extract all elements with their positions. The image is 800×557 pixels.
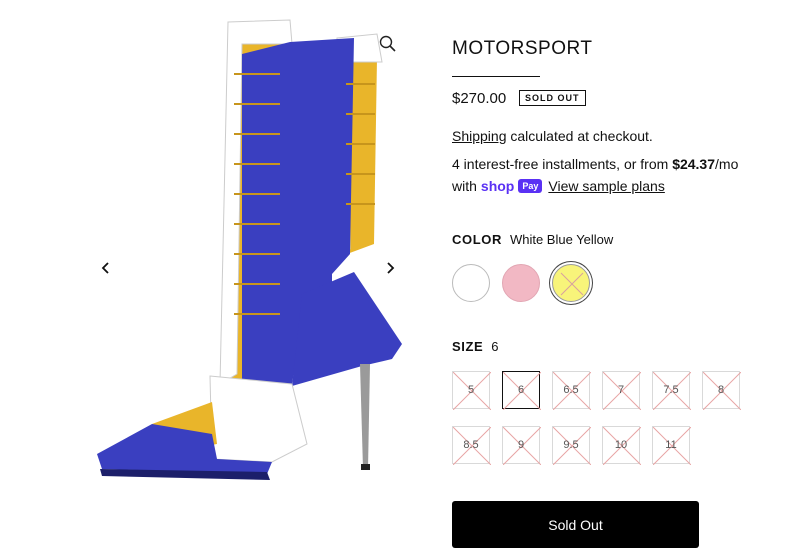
size-option[interactable]: 8 [702, 371, 741, 410]
size-option[interactable]: 5 [452, 371, 491, 410]
product-price: $270.00 [452, 90, 507, 107]
product-title: MOTORSPORT [452, 38, 593, 59]
chevron-left-icon[interactable] [96, 258, 116, 278]
color-swatch-pink[interactable] [502, 264, 540, 302]
size-option-label: 8 [717, 384, 725, 396]
size-option-label: 6 [517, 384, 525, 396]
installment-amount: $24.37 [672, 156, 716, 172]
size-grid: 5 6 6.5 7 7.5 8 8.5 9 9.5 10 11 [452, 371, 752, 471]
shipping-text: calculated at checkout. [506, 128, 653, 144]
color-swatch-yellow[interactable] [552, 264, 590, 302]
color-swatch-white[interactable] [452, 264, 490, 302]
zoom-icon[interactable] [378, 34, 398, 54]
size-label: SIZE [452, 339, 484, 354]
installments-with: with [452, 178, 477, 194]
title-divider [452, 76, 540, 77]
chevron-right-icon[interactable] [380, 258, 400, 278]
installments-line: 4 interest-free installments, or from $2… [452, 156, 738, 172]
shipping-link[interactable]: Shipping [452, 128, 507, 144]
sold-out-button[interactable]: Sold Out [452, 501, 699, 548]
shop-pay-line: with shop Pay View sample plans [452, 178, 665, 194]
size-option[interactable]: 7.5 [652, 371, 691, 410]
product-image[interactable] [92, 14, 412, 484]
size-option-label: SIZE 6 [452, 339, 499, 354]
size-option-selected[interactable]: 6 [502, 371, 541, 410]
installments-prefix: 4 interest-free installments, or from [452, 156, 673, 172]
size-option[interactable]: 9 [502, 426, 541, 465]
size-option-label: 6.5 [563, 384, 579, 396]
color-label: COLOR [452, 232, 502, 247]
shop-pay-badge: Pay [518, 179, 543, 193]
size-option-label: 9.5 [563, 439, 579, 451]
shop-pay-logo: shop [480, 178, 515, 194]
selected-size: 6 [491, 339, 499, 354]
size-option[interactable]: 9.5 [552, 426, 591, 465]
product-gallery [0, 0, 420, 557]
size-option-label: 8.5 [463, 439, 479, 451]
size-option-label: 11 [665, 439, 677, 451]
color-option-label: COLOR White Blue Yellow [452, 232, 613, 247]
size-option[interactable]: 11 [652, 426, 691, 465]
size-option[interactable]: 7 [602, 371, 641, 410]
view-sample-plans-link[interactable]: View sample plans [548, 178, 664, 194]
size-option-label: 7 [617, 384, 625, 396]
shipping-note: Shipping calculated at checkout. [452, 128, 653, 144]
size-option[interactable]: 8.5 [452, 426, 491, 465]
size-option[interactable]: 10 [602, 426, 641, 465]
installments-suffix: /mo [715, 156, 739, 172]
unavailable-cross-icon [560, 272, 584, 296]
size-option-label: 7.5 [663, 384, 679, 396]
sold-out-badge: SOLD OUT [519, 90, 586, 106]
size-option-label: 9 [517, 439, 525, 451]
size-option[interactable]: 6.5 [552, 371, 591, 410]
size-option-label: 5 [467, 384, 475, 396]
selected-color: White Blue Yellow [509, 232, 614, 247]
size-option-label: 10 [614, 439, 628, 451]
